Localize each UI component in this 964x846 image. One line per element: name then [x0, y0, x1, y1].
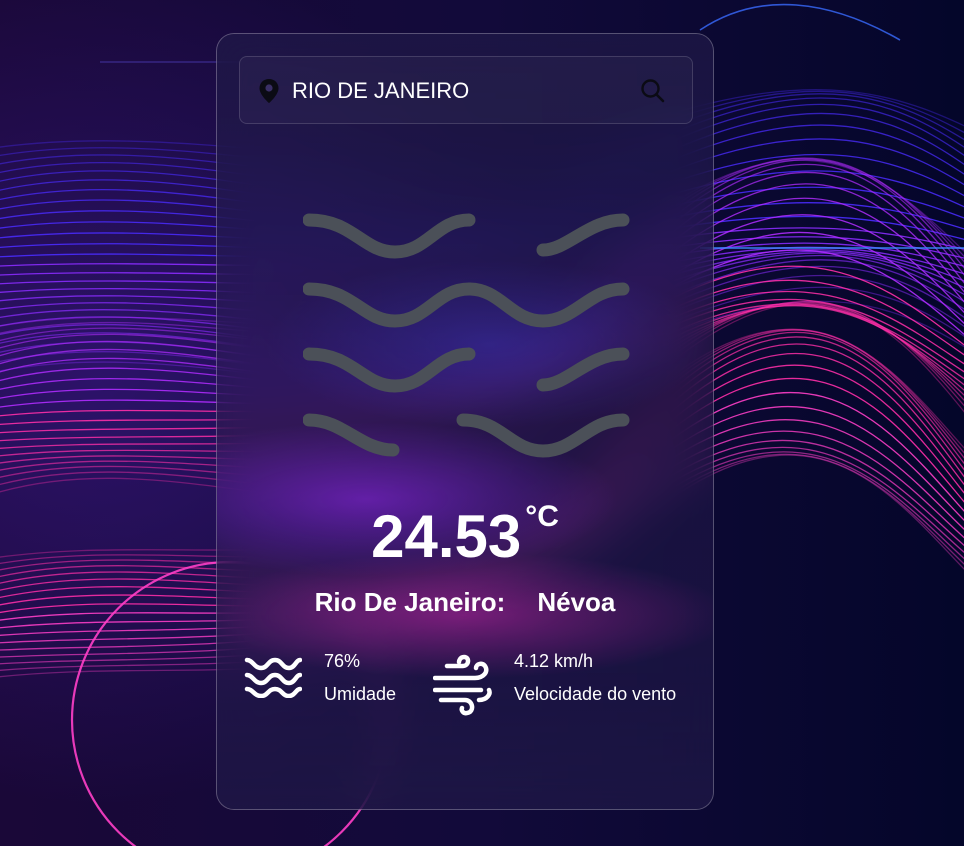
temperature-display: 24.53 °C	[217, 500, 713, 572]
wind-speed-value: 4.12 km/h	[514, 651, 594, 671]
wind-icon	[433, 654, 492, 716]
location-pin-icon	[259, 79, 279, 103]
search-button[interactable]	[638, 76, 668, 106]
temperature-value: 24.53	[371, 503, 522, 570]
temperature-unit: °C	[525, 500, 559, 533]
city-search-input[interactable]	[292, 71, 622, 111]
mist-icon	[303, 213, 630, 458]
city-name: Rio De Janeiro:	[314, 587, 506, 617]
humidity-value: 76%	[324, 651, 361, 671]
weather-condition: Névoa	[537, 587, 616, 617]
search-icon	[641, 79, 665, 103]
wind-speed-label: Velocidade do vento	[514, 684, 677, 704]
weather-card: 24.53°C Rio De Janeiro: Névoa 76% Umidade…	[216, 33, 714, 810]
search-bar	[239, 56, 693, 124]
humidity-label: Umidade	[324, 684, 397, 704]
weather-description: Rio De Janeiro: Névoa	[217, 587, 713, 618]
humidity-wave-icon	[244, 657, 302, 698]
